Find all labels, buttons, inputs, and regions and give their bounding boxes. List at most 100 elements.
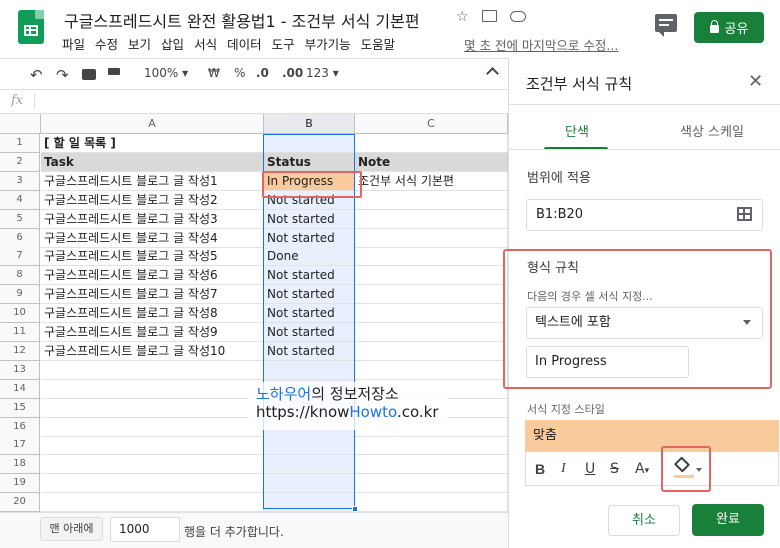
cell-c-1[interactable]: [355, 134, 508, 153]
cell-a-9[interactable]: 구글스프레드시트 블로그 글 작성7: [41, 285, 264, 305]
range-input[interactable]: B1:B20: [526, 199, 763, 231]
row-header[interactable]: 5: [0, 209, 40, 229]
bold-icon[interactable]: B: [535, 461, 545, 477]
row-header[interactable]: 8: [0, 266, 40, 286]
last-edit-link[interactable]: 몇 초 전에 마지막으로 수정...: [464, 35, 618, 54]
cloud-status-icon[interactable]: [510, 11, 526, 22]
redo-icon[interactable]: ↷: [56, 66, 69, 84]
chevron-down-icon[interactable]: [743, 320, 751, 325]
cell-a-19[interactable]: [41, 474, 264, 494]
cell-c-13[interactable]: [355, 360, 508, 380]
cell-a-6[interactable]: 구글스프레드시트 블로그 글 작성4: [41, 228, 264, 248]
column-header-b[interactable]: B: [264, 114, 355, 134]
sheets-logo-icon[interactable]: [18, 10, 44, 44]
menu-help[interactable]: 도움말: [361, 34, 396, 53]
strikethrough-icon[interactable]: S: [610, 461, 619, 477]
text-color-icon[interactable]: A▾: [635, 461, 649, 477]
condition-select[interactable]: 텍스트에 포함: [526, 307, 763, 339]
cell-a-17[interactable]: [41, 436, 264, 456]
move-folder-icon[interactable]: [482, 10, 497, 22]
cell-a-2[interactable]: Task: [41, 152, 264, 172]
cell-c-4[interactable]: [355, 190, 508, 210]
menu-insert[interactable]: 삽입: [161, 34, 184, 53]
menu-addons[interactable]: 부가기능: [305, 34, 351, 53]
cell-a-11[interactable]: 구글스프레드시트 블로그 글 작성9: [41, 323, 264, 342]
star-icon[interactable]: ☆: [456, 9, 469, 25]
fill-color-dropdown-icon[interactable]: [696, 468, 702, 472]
formula-bar[interactable]: fx: [0, 90, 508, 114]
select-range-icon[interactable]: [737, 207, 752, 221]
rows-count-input[interactable]: 1000: [110, 517, 180, 542]
add-rows-button[interactable]: 맨 아래에: [40, 517, 103, 541]
cell-c-5[interactable]: [355, 209, 508, 229]
row-header[interactable]: 2: [0, 152, 40, 172]
column-header-c[interactable]: C: [355, 114, 508, 134]
row-header[interactable]: 7: [0, 247, 40, 267]
menu-format[interactable]: 서식: [194, 34, 217, 53]
cell-c-7[interactable]: [355, 247, 508, 267]
menu-view[interactable]: 보기: [128, 34, 151, 53]
decrease-decimal-button[interactable]: .0: [256, 66, 269, 80]
cell-c-18[interactable]: [355, 455, 508, 475]
close-icon[interactable]: ✕: [748, 71, 763, 92]
menu-data[interactable]: 데이터: [227, 34, 262, 53]
print-icon[interactable]: [82, 69, 96, 80]
row-header[interactable]: 9: [0, 285, 40, 305]
cell-a-7[interactable]: 구글스프레드시트 블로그 글 작성5: [41, 247, 264, 267]
tab-color-scale[interactable]: 색상 스케일: [680, 121, 744, 140]
document-title[interactable]: 구글스프레드시트 완전 활용법1 - 조건부 서식 기본편: [64, 8, 420, 32]
increase-decimal-button[interactable]: .00: [282, 66, 303, 80]
row-header[interactable]: 10: [0, 304, 40, 324]
row-header[interactable]: 19: [0, 474, 40, 494]
more-formats-button[interactable]: 123 ▾: [306, 66, 339, 80]
condition-value-input[interactable]: In Progress: [526, 346, 689, 378]
cell-a-20[interactable]: [41, 493, 264, 513]
cell-a-3[interactable]: 구글스프레드시트 블로그 글 작성1: [41, 171, 264, 191]
cell-a-10[interactable]: 구글스프레드시트 블로그 글 작성8: [41, 304, 264, 324]
cell-a-13[interactable]: [41, 360, 264, 380]
undo-icon[interactable]: ↶: [30, 66, 43, 84]
paint-format-icon[interactable]: [108, 68, 120, 75]
row-header[interactable]: 16: [0, 417, 40, 437]
cell-c-6[interactable]: [355, 228, 508, 248]
cell-a-5[interactable]: 구글스프레드시트 블로그 글 작성3: [41, 209, 264, 229]
cell-c-11[interactable]: [355, 323, 508, 342]
row-header[interactable]: 3: [0, 171, 40, 191]
row-header[interactable]: 15: [0, 398, 40, 418]
currency-format-button[interactable]: ₩: [208, 66, 220, 80]
row-header[interactable]: 13: [0, 360, 40, 380]
row-header[interactable]: 12: [0, 341, 40, 361]
cell-c-17[interactable]: [355, 436, 508, 456]
cell-c-9[interactable]: [355, 285, 508, 305]
row-header[interactable]: 17: [0, 436, 40, 456]
cell-a-4[interactable]: 구글스프레드시트 블로그 글 작성2: [41, 190, 264, 210]
underline-icon[interactable]: U: [585, 461, 595, 477]
cell-a-18[interactable]: [41, 455, 264, 475]
column-header-a[interactable]: A: [41, 114, 264, 134]
zoom-select[interactable]: 100% ▾: [144, 66, 188, 80]
menu-tools[interactable]: 도구: [272, 34, 295, 53]
row-header[interactable]: 14: [0, 379, 40, 399]
select-all-corner[interactable]: [0, 114, 41, 134]
cell-c-10[interactable]: [355, 304, 508, 324]
share-button[interactable]: 공유: [694, 12, 764, 43]
done-button[interactable]: 완료: [692, 504, 764, 536]
cell-c-19[interactable]: [355, 474, 508, 494]
row-header[interactable]: 4: [0, 190, 40, 210]
italic-icon[interactable]: I: [561, 461, 566, 477]
style-preview[interactable]: 맞춤: [525, 420, 779, 452]
cell-c-2[interactable]: Note: [355, 152, 508, 172]
row-header[interactable]: 20: [0, 493, 40, 513]
menu-edit[interactable]: 수정: [95, 34, 118, 53]
cell-a-14[interactable]: [41, 379, 264, 399]
row-header[interactable]: 11: [0, 323, 40, 342]
cell-c-20[interactable]: [355, 493, 508, 513]
cell-a-1[interactable]: [ 할 일 목록 ]: [41, 134, 264, 153]
percent-format-button[interactable]: %: [234, 66, 245, 80]
cell-c-3[interactable]: 조건부 서식 기본편: [355, 171, 508, 191]
cell-a-8[interactable]: 구글스프레드시트 블로그 글 작성6: [41, 266, 264, 286]
comment-history-icon[interactable]: [655, 14, 677, 37]
cell-c-12[interactable]: [355, 341, 508, 361]
cell-a-15[interactable]: [41, 398, 264, 418]
cell-a-16[interactable]: [41, 417, 264, 437]
